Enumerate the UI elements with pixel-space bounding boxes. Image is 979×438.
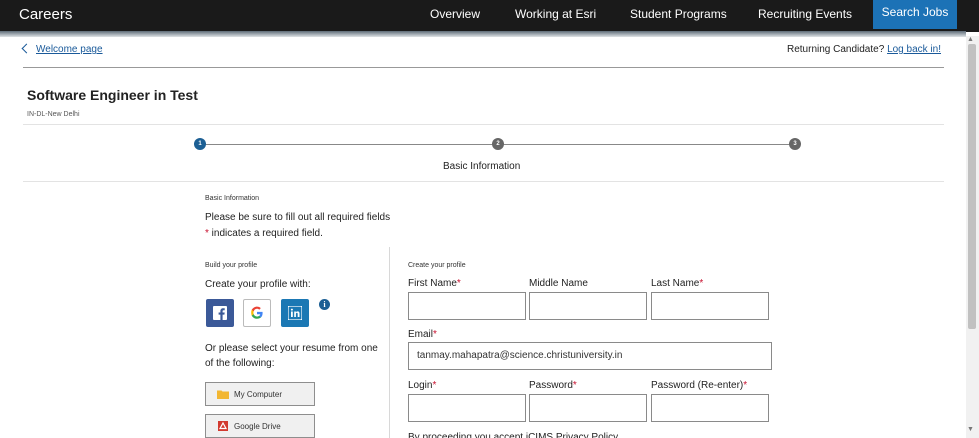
build-profile-heading: Build your profile: [205, 262, 258, 269]
google-drive-label: Google Drive: [234, 422, 281, 431]
back-link-label: Welcome page: [36, 44, 103, 55]
google-button[interactable]: [243, 299, 271, 327]
nav-student-programs[interactable]: Student Programs: [630, 7, 727, 21]
privacy-policy-text: By proceeding you accept iCIMS Privacy P…: [408, 432, 619, 438]
required-note-text: indicates a required field.: [208, 228, 323, 239]
column-divider: [389, 247, 390, 438]
required-asterisk: *: [456, 278, 461, 289]
first-name-input[interactable]: [408, 292, 526, 320]
careers-brand-link[interactable]: Careers: [19, 6, 72, 23]
required-asterisk: *: [432, 380, 437, 391]
password-reenter-input[interactable]: [651, 394, 769, 422]
first-name-label-text: First Name: [408, 278, 457, 289]
divider: [23, 181, 944, 182]
required-field-note: * indicates a required field.: [205, 228, 323, 239]
email-input[interactable]: tanmay.mahapatra@science.christuniversit…: [408, 342, 772, 370]
password-input[interactable]: [529, 394, 647, 422]
returning-candidate-text: Returning Candidate?: [786, 44, 885, 55]
login-input[interactable]: [408, 394, 526, 422]
middle-name-label: Middle Name: [529, 278, 588, 289]
step-1-indicator: 1: [194, 138, 206, 150]
first-name-label: First Name*: [408, 278, 461, 289]
middle-name-input[interactable]: [529, 292, 647, 320]
divider: [23, 67, 944, 68]
create-profile-heading: Create your profile: [408, 262, 466, 269]
facebook-button[interactable]: [206, 299, 234, 327]
last-name-label: Last Name*: [651, 278, 703, 289]
step-2-indicator: 2: [492, 138, 504, 150]
back-to-welcome-link[interactable]: Welcome page: [21, 43, 103, 55]
email-label-text: Email: [408, 329, 434, 340]
nav-overview[interactable]: Overview: [430, 7, 480, 21]
nav-shadow: [0, 31, 966, 37]
email-label: Email*: [408, 329, 437, 340]
linkedin-icon: [288, 306, 302, 320]
required-asterisk: *: [433, 329, 437, 340]
scrollbar-thumb[interactable]: [968, 44, 976, 329]
divider: [23, 124, 944, 125]
login-label: Login*: [408, 380, 436, 391]
scroll-down-arrow-icon[interactable]: ▼: [967, 426, 974, 433]
last-name-label-text: Last Name: [651, 278, 700, 289]
job-title: Software Engineer in Test: [27, 87, 198, 103]
log-back-in-link[interactable]: Log back in!: [887, 44, 941, 55]
google-drive-icon: [218, 421, 228, 431]
google-drive-button[interactable]: Google Drive: [205, 414, 315, 438]
required-asterisk: *: [699, 278, 704, 289]
google-icon: [251, 306, 263, 319]
scroll-up-arrow-icon[interactable]: ▲: [967, 36, 974, 43]
nav-recruiting-events[interactable]: Recruiting Events: [758, 7, 852, 21]
my-computer-label: My Computer: [234, 390, 283, 399]
resume-prompt-line2: of the following:: [205, 358, 275, 369]
required-asterisk: *: [743, 380, 748, 391]
returning-candidate: Returning Candidate? Log back in!: [787, 44, 941, 55]
password-reenter-label-text: Password (Re-enter): [651, 380, 744, 391]
nav-working-at-esri[interactable]: Working at Esri: [515, 7, 596, 21]
login-label-text: Login: [408, 380, 433, 391]
chevron-left-icon: [21, 43, 32, 54]
current-step-label: Basic Information: [443, 161, 521, 172]
password-label: Password*: [529, 380, 577, 391]
create-profile-with-label: Create your profile with:: [205, 279, 311, 290]
last-name-input[interactable]: [651, 292, 769, 320]
resume-prompt-line1: Or please select your resume from one: [205, 343, 378, 354]
facebook-icon: [213, 306, 227, 320]
section-heading: Basic Information: [205, 195, 260, 202]
search-jobs-button[interactable]: Search Jobs: [873, 0, 957, 29]
required-asterisk: *: [572, 380, 577, 391]
job-location: IN-DL-New Delhi: [27, 111, 80, 118]
step-3-indicator: 3: [789, 138, 801, 150]
password-reenter-label: Password (Re-enter)*: [651, 380, 747, 391]
required-fields-instruction: Please be sure to fill out all required …: [205, 212, 391, 223]
folder-icon: [217, 390, 229, 399]
info-icon[interactable]: i: [319, 299, 330, 310]
password-label-text: Password: [529, 380, 573, 391]
my-computer-button[interactable]: My Computer: [205, 382, 315, 406]
linkedin-button[interactable]: [281, 299, 309, 327]
